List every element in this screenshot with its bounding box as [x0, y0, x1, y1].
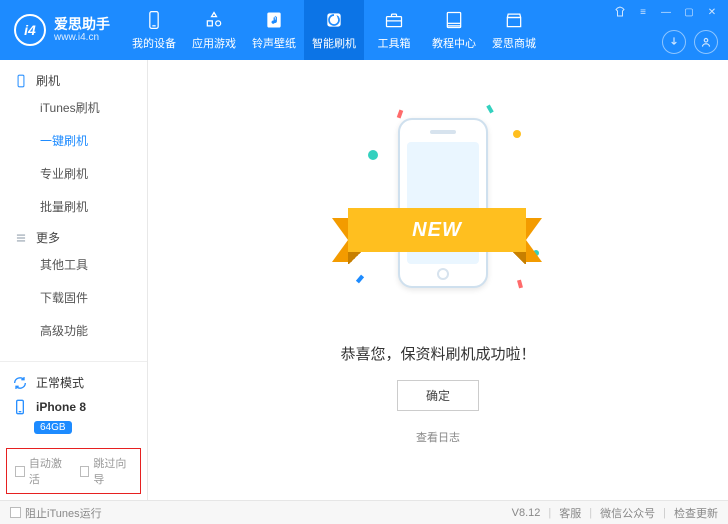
sidebar-group-title: 刷机 — [36, 72, 60, 89]
support-link[interactable]: 客服 — [559, 505, 581, 521]
music-icon — [264, 10, 284, 30]
sidebar-item-itunes-flash[interactable]: iTunes刷机 — [0, 91, 147, 124]
sidebar-item-batch-flash[interactable]: 批量刷机 — [0, 190, 147, 223]
header-round-buttons — [662, 30, 718, 54]
nav-apps[interactable]: 应用游戏 — [184, 0, 244, 60]
checkbox-icon — [80, 466, 90, 477]
version-label: V8.12 — [512, 507, 541, 519]
sidebar-item-advanced[interactable]: 高级功能 — [0, 314, 147, 347]
sparkle-icon — [513, 130, 521, 138]
nav-ringtones[interactable]: 铃声壁纸 — [244, 0, 304, 60]
nav-my-device[interactable]: 我的设备 — [124, 0, 184, 60]
confetti-icon — [517, 280, 523, 289]
top-nav: 我的设备 应用游戏 铃声壁纸 智能刷机 工具箱 教程中心 爱思商城 — [124, 0, 610, 60]
ribbon-text: NEW — [348, 208, 526, 252]
menu-lines-icon — [14, 231, 28, 245]
brand-text: 爱思助手 www.i4.cn — [54, 16, 110, 45]
nav-label: 爱思商城 — [492, 35, 536, 51]
nav-flash[interactable]: 智能刷机 — [304, 0, 364, 60]
sidebar-group-flash: 刷机 — [0, 66, 147, 91]
app-body: 刷机 iTunes刷机 一键刷机 专业刷机 批量刷机 更多 其他工具 下载固件 … — [0, 60, 728, 500]
sidebar-scroll: 刷机 iTunes刷机 一键刷机 专业刷机 批量刷机 更多 其他工具 下载固件 … — [0, 60, 147, 361]
brand-url: www.i4.cn — [54, 32, 110, 44]
skip-guide-label: 跳过向导 — [93, 455, 132, 487]
auto-activate-label: 自动激活 — [29, 455, 68, 487]
device-name: iPhone 8 — [36, 400, 86, 414]
nav-store[interactable]: 爱思商城 — [484, 0, 544, 60]
brand: i4 爱思助手 www.i4.cn — [0, 0, 124, 60]
refresh-icon — [12, 375, 28, 391]
sidebar-item-pro-flash[interactable]: 专业刷机 — [0, 157, 147, 190]
confetti-icon — [356, 275, 364, 284]
nav-label: 铃声壁纸 — [252, 35, 296, 51]
device-capacity-badge: 64GB — [34, 421, 72, 434]
brand-logo-icon: i4 — [14, 14, 46, 46]
flash-icon — [324, 10, 344, 30]
status-bar: 阻止iTunes运行 V8.12 | 客服 | 微信公众号 | 检查更新 — [0, 500, 728, 524]
highlighted-options-box: 自动激活 跳过向导 — [6, 448, 141, 494]
toolbox-icon — [384, 10, 404, 30]
device-mode-row[interactable]: 正常模式 — [10, 370, 137, 395]
check-update-link[interactable]: 检查更新 — [674, 505, 718, 521]
close-icon[interactable]: ✕ — [702, 4, 722, 20]
nav-label: 智能刷机 — [312, 35, 356, 51]
sidebar-group-title: 更多 — [36, 229, 60, 246]
nav-label: 我的设备 — [132, 35, 176, 51]
app-header: i4 爱思助手 www.i4.cn 我的设备 应用游戏 铃声壁纸 智能刷机 工具… — [0, 0, 728, 60]
store-icon — [504, 10, 524, 30]
sidebar-group-more: 更多 — [0, 223, 147, 248]
sidebar-item-download-fw[interactable]: 下载固件 — [0, 281, 147, 314]
apps-icon — [204, 10, 224, 30]
nav-tutorials[interactable]: 教程中心 — [424, 0, 484, 60]
skin-icon[interactable] — [610, 4, 630, 20]
success-illustration: NEW — [318, 100, 558, 315]
checkbox-icon — [10, 507, 21, 518]
nav-label: 工具箱 — [378, 35, 411, 51]
sidebar: 刷机 iTunes刷机 一键刷机 专业刷机 批量刷机 更多 其他工具 下载固件 … — [0, 60, 148, 500]
download-button[interactable] — [662, 30, 686, 54]
auto-activate-checkbox[interactable]: 自动激活 — [15, 455, 68, 487]
sidebar-item-other-tools[interactable]: 其他工具 — [0, 248, 147, 281]
maximize-icon[interactable]: ▢ — [679, 4, 699, 20]
sparkle-icon — [368, 150, 378, 160]
brand-title: 爱思助手 — [54, 16, 110, 33]
wechat-link[interactable]: 微信公众号 — [600, 505, 655, 521]
minimize-icon[interactable]: — — [656, 4, 676, 20]
book-icon — [444, 10, 464, 30]
new-ribbon-icon: NEW — [332, 198, 542, 266]
nav-toolbox[interactable]: 工具箱 — [364, 0, 424, 60]
ok-button[interactable]: 确定 — [397, 380, 479, 411]
device-row[interactable]: iPhone 8 — [10, 395, 137, 419]
block-itunes-label: 阻止iTunes运行 — [25, 505, 102, 521]
success-message: 恭喜您，保资料刷机成功啦！ — [340, 343, 535, 364]
phone-outline-icon — [14, 74, 28, 88]
checkbox-icon — [15, 466, 25, 477]
block-itunes-checkbox[interactable]: 阻止iTunes运行 — [10, 505, 102, 521]
main-content: NEW 恭喜您，保资料刷机成功啦！ 确定 查看日志 — [148, 60, 728, 500]
user-button[interactable] — [694, 30, 718, 54]
nav-label: 应用游戏 — [192, 35, 236, 51]
skip-guide-checkbox[interactable]: 跳过向导 — [80, 455, 133, 487]
menu-icon[interactable]: ≡ — [633, 4, 653, 20]
nav-label: 教程中心 — [432, 35, 476, 51]
view-log-link[interactable]: 查看日志 — [416, 429, 460, 445]
sidebar-device-section: 正常模式 iPhone 8 64GB — [0, 361, 147, 442]
device-phone-icon — [12, 399, 28, 415]
phone-icon — [144, 10, 164, 30]
device-mode-label: 正常模式 — [36, 374, 84, 391]
confetti-icon — [397, 110, 403, 119]
confetti-icon — [486, 105, 493, 114]
sidebar-item-oneclick-flash[interactable]: 一键刷机 — [0, 124, 147, 157]
